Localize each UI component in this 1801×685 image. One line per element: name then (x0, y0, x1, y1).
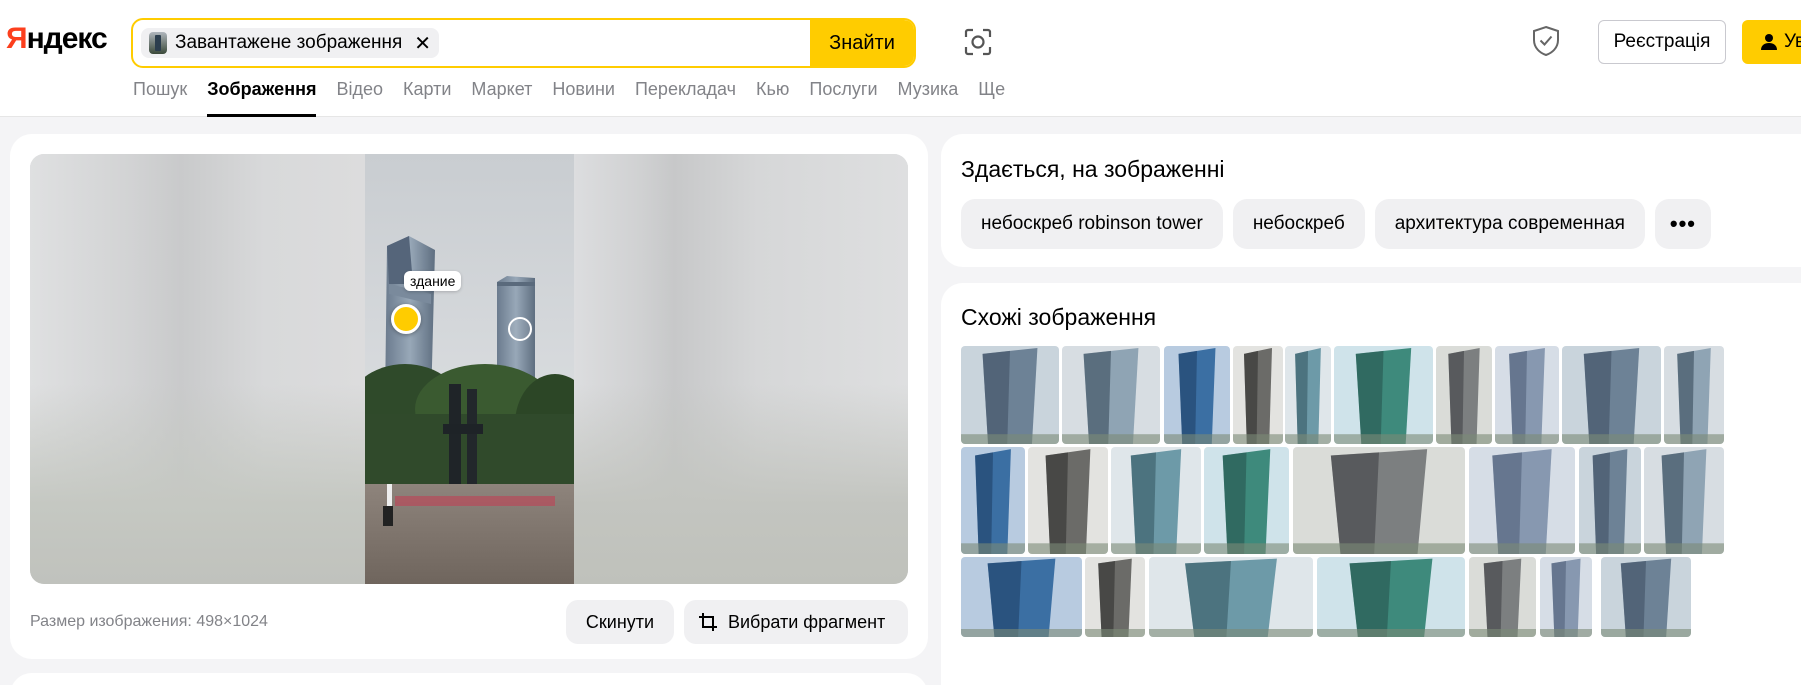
tab-search[interactable]: Пошук (133, 79, 187, 117)
login-button[interactable]: Ув (1742, 20, 1801, 64)
similar-image-thumbnail[interactable] (961, 346, 1059, 444)
chip-label: Завантажене зображення (175, 32, 403, 53)
user-icon (1761, 34, 1777, 50)
similar-image-thumbnail[interactable] (1579, 447, 1641, 554)
detected-tags-title: Здається, на зображенні (961, 156, 1225, 182)
similar-image-thumbnail[interactable] (961, 447, 1025, 554)
object-marker-selected[interactable] (391, 304, 421, 334)
tab-market[interactable]: Маркет (471, 79, 532, 117)
similar-image-thumbnail[interactable] (1164, 346, 1230, 444)
similar-image-thumbnail[interactable] (1028, 447, 1108, 554)
similar-image-thumbnail[interactable] (1111, 447, 1201, 554)
similar-image-thumbnail[interactable] (1317, 557, 1465, 637)
similar-image-thumbnail[interactable] (1495, 346, 1559, 444)
logo-first-letter: Я (6, 22, 28, 55)
tab-music[interactable]: Музика (898, 79, 959, 117)
image-size-text: Размер изображения: 498×1024 (30, 613, 268, 630)
similar-image-thumbnail[interactable] (1436, 346, 1492, 444)
tab-services[interactable]: Послуги (809, 79, 877, 117)
uploaded-image-thumbnail (149, 32, 167, 54)
similar-image-thumbnail[interactable] (1562, 346, 1661, 444)
tab-news[interactable]: Новини (552, 79, 615, 117)
select-fragment-label: Вибрати фрагмент (728, 611, 886, 632)
uploaded-photo (345, 154, 595, 584)
header: Яндекс Завантажене зображення ✕ Знайти Р… (0, 0, 1801, 117)
more-tags-button[interactable]: ••• (1654, 199, 1711, 249)
similar-image-thumbnail[interactable] (1233, 346, 1283, 444)
tag-skyscraper[interactable]: небоскреб (1232, 199, 1365, 249)
crop-icon (699, 613, 717, 631)
similar-image-thumbnail[interactable] (1540, 557, 1592, 637)
similar-images-title: Схожі зображення (961, 304, 1157, 330)
service-tabs: Пошук Зображення Відео Карти Маркет Нови… (133, 79, 1025, 117)
camera-search-icon[interactable] (958, 22, 998, 62)
tab-images[interactable]: Зображення (207, 79, 317, 117)
similar-image-thumbnail[interactable] (1664, 346, 1724, 444)
blurred-backdrop-right (574, 154, 908, 584)
tab-maps[interactable]: Карти (403, 79, 451, 117)
similar-image-thumbnail[interactable] (1293, 447, 1465, 554)
register-button[interactable]: Реєстрація (1598, 20, 1726, 64)
tag-modern-architecture[interactable]: архитектура современная (1374, 199, 1645, 249)
tag-list: небоскреб robinson tower небоскреб архит… (961, 199, 1711, 249)
close-icon[interactable]: ✕ (414, 31, 431, 56)
tab-video[interactable]: Відео (336, 79, 383, 117)
tab-q[interactable]: Кью (756, 79, 789, 117)
tag-robinson-tower[interactable]: небоскреб robinson tower (961, 199, 1223, 249)
similar-image-thumbnail[interactable] (961, 557, 1082, 637)
similar-image-thumbnail[interactable] (1644, 447, 1724, 554)
tab-more[interactable]: Ще (978, 79, 1005, 117)
similar-image-thumbnail[interactable] (1469, 557, 1536, 637)
image-preview: здание (30, 154, 908, 584)
shield-icon[interactable] (1525, 20, 1567, 62)
similar-image-thumbnail[interactable] (1285, 346, 1331, 444)
similar-image-thumbnail[interactable] (1469, 447, 1575, 554)
select-fragment-button[interactable]: Вибрати фрагмент (684, 600, 908, 644)
login-label: Ув (1784, 31, 1801, 52)
detected-tags-card: Здається, на зображенні небоскреб robins… (941, 134, 1801, 267)
uploaded-image-chip[interactable]: Завантажене зображення ✕ (141, 28, 440, 58)
logo-rest: ндекс (26, 22, 108, 55)
object-label: здание (404, 271, 462, 291)
next-card-left (10, 673, 928, 685)
search-button[interactable]: Знайти (810, 20, 914, 66)
similar-images-card: Схожі зображення (941, 283, 1801, 685)
object-marker[interactable] (508, 317, 532, 341)
similar-image-thumbnail[interactable] (1062, 346, 1160, 444)
tab-translate[interactable]: Перекладач (635, 79, 736, 117)
similar-image-thumbnail[interactable] (1334, 346, 1433, 444)
similar-image-thumbnail[interactable] (1085, 557, 1145, 637)
similar-image-thumbnail[interactable] (1149, 557, 1313, 637)
similar-image-thumbnail[interactable] (1204, 447, 1289, 554)
yandex-logo[interactable]: Яндекс (6, 22, 108, 56)
blurred-backdrop-left (30, 154, 365, 584)
reset-button[interactable]: Скинути (566, 600, 674, 644)
search-box[interactable]: Завантажене зображення ✕ Знайти (131, 18, 916, 68)
image-preview-card: здание Размер изображения: 498×1024 Скин… (10, 134, 928, 659)
similar-image-thumbnail[interactable] (1601, 557, 1691, 637)
